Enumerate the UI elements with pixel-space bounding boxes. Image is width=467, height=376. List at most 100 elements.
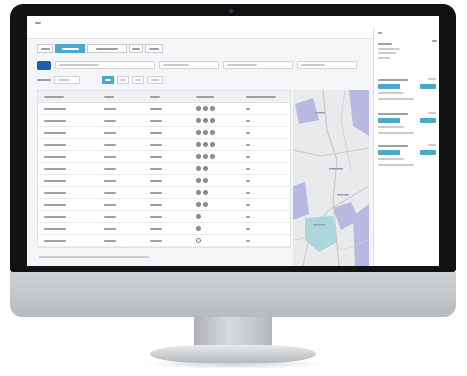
table-cell — [190, 118, 240, 123]
panel-section-heading — [378, 112, 408, 116]
app-screen — [27, 16, 439, 266]
filter-field-2[interactable] — [223, 61, 293, 69]
table-row[interactable] — [38, 151, 290, 163]
filter-button-2[interactable] — [117, 76, 129, 84]
table-cell — [38, 191, 98, 194]
table-row[interactable] — [38, 163, 290, 175]
table-header — [38, 91, 290, 103]
column-header-3[interactable] — [144, 95, 190, 98]
table-row[interactable] — [38, 115, 290, 127]
column-header-5[interactable] — [240, 95, 290, 98]
table-cell — [144, 143, 190, 146]
status-circle-icon[interactable] — [196, 130, 201, 135]
table-cell — [144, 227, 190, 230]
panel-section-heading — [378, 78, 408, 82]
filter-button-1[interactable] — [102, 76, 114, 84]
table-cell — [98, 107, 144, 110]
filter-button-4[interactable] — [147, 76, 163, 84]
panel-secondary-button[interactable] — [420, 118, 436, 123]
monitor-chin — [10, 272, 456, 317]
table-cell — [144, 203, 190, 206]
status-circle-icon[interactable] — [203, 154, 208, 159]
filter-button-3[interactable] — [132, 76, 144, 84]
status-circle-icon[interactable] — [196, 106, 201, 111]
table-row[interactable] — [38, 103, 290, 115]
panel-secondary-button[interactable] — [420, 150, 436, 155]
column-header-4[interactable] — [190, 95, 240, 98]
table-cell — [98, 143, 144, 146]
panel-secondary-button[interactable] — [420, 84, 436, 89]
table-cell — [38, 215, 98, 218]
column-header-1[interactable] — [38, 95, 98, 98]
table-footer — [39, 255, 149, 259]
status-circle-icon[interactable] — [210, 154, 215, 159]
table-cell — [38, 179, 98, 182]
status-circle-icon[interactable] — [196, 118, 201, 123]
table-row[interactable] — [38, 139, 290, 151]
status-circle-icon[interactable] — [196, 142, 201, 147]
status-circle-icon[interactable] — [196, 178, 201, 183]
table-row[interactable] — [38, 175, 290, 187]
table-cell — [190, 226, 240, 231]
status-circle-icon[interactable] — [203, 106, 208, 111]
table-row[interactable] — [38, 127, 290, 139]
status-circle-icon[interactable] — [203, 130, 208, 135]
filter-field-1[interactable] — [159, 61, 219, 69]
table-cell — [144, 131, 190, 134]
panel-action-button[interactable] — [378, 118, 400, 123]
table-cell — [190, 142, 240, 147]
status-circle-icon[interactable] — [196, 190, 201, 195]
status-circle-icon[interactable] — [196, 166, 201, 171]
filter-field-3[interactable] — [297, 61, 357, 69]
table-cell — [240, 107, 290, 110]
panel-title — [378, 42, 392, 46]
status-circle-icon[interactable] — [203, 178, 208, 183]
status-circle-icon[interactable] — [196, 238, 201, 243]
table-cell — [190, 178, 240, 183]
status-circle-icon[interactable] — [203, 118, 208, 123]
panel-section-heading — [378, 144, 408, 148]
map-view[interactable] — [293, 90, 369, 266]
status-circle-icon[interactable] — [203, 190, 208, 195]
monitor-stand-neck — [194, 317, 272, 347]
map-icon — [293, 90, 369, 266]
filter-dropdown[interactable] — [54, 76, 80, 84]
status-circle-icon[interactable] — [210, 106, 215, 111]
search-input[interactable] — [55, 61, 155, 69]
column-header-2[interactable] — [98, 95, 144, 98]
table-row[interactable] — [38, 187, 290, 199]
filter-toolbar — [37, 76, 163, 84]
tab-5[interactable] — [145, 44, 163, 53]
status-circle-icon[interactable] — [203, 202, 208, 207]
table-row[interactable] — [38, 211, 290, 223]
table-cell — [240, 119, 290, 122]
table-cell — [240, 203, 290, 206]
tab-4[interactable] — [129, 44, 143, 53]
status-circle-icon[interactable] — [203, 142, 208, 147]
table-cell — [190, 154, 240, 159]
table-cell — [190, 166, 240, 171]
status-circle-icon[interactable] — [210, 142, 215, 147]
tab-3[interactable] — [87, 44, 127, 53]
status-circle-icon[interactable] — [196, 154, 201, 159]
status-circle-icon[interactable] — [210, 130, 215, 135]
table-cell — [144, 191, 190, 194]
status-circle-icon[interactable] — [203, 166, 208, 171]
table-cell — [190, 214, 240, 219]
table-row[interactable] — [38, 235, 290, 247]
table-cell — [38, 119, 98, 122]
results-table — [37, 90, 291, 248]
status-circle-icon[interactable] — [196, 214, 201, 219]
table-row[interactable] — [38, 199, 290, 211]
panel-action-button[interactable] — [378, 150, 400, 155]
tab-1[interactable] — [37, 44, 53, 53]
status-circle-icon[interactable] — [210, 118, 215, 123]
status-circle-icon[interactable] — [196, 226, 201, 231]
table-row[interactable] — [38, 223, 290, 235]
table-cell — [144, 167, 190, 170]
table-cell — [38, 239, 98, 242]
panel-action-button[interactable] — [378, 84, 400, 89]
status-circle-icon[interactable] — [196, 202, 201, 207]
tab-2[interactable] — [55, 44, 85, 53]
table-cell — [98, 227, 144, 230]
